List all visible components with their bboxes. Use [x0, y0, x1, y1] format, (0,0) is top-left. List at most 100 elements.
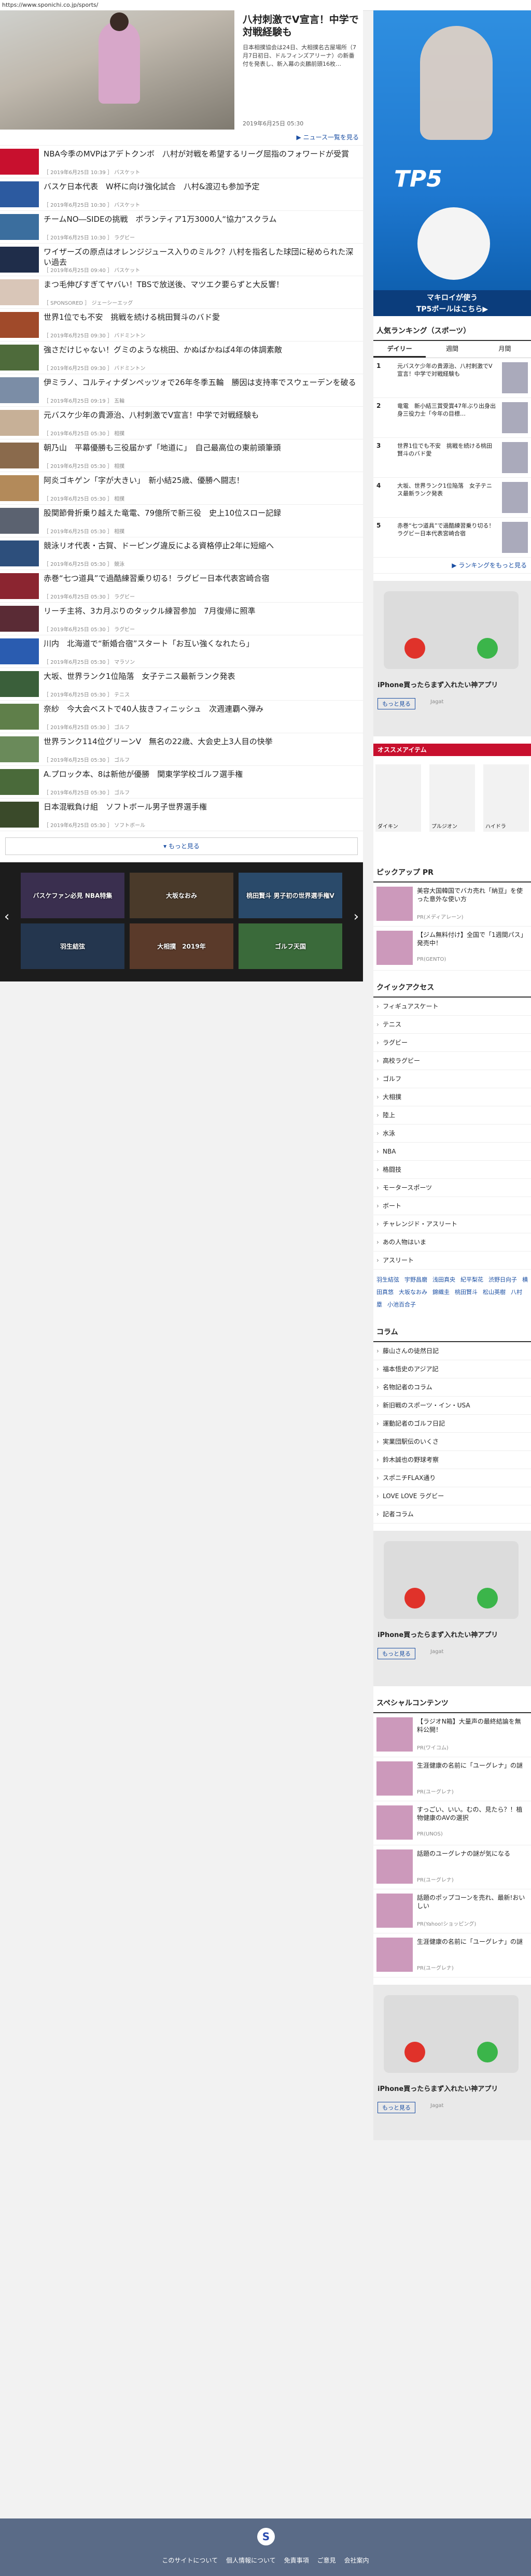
news-title[interactable]: 朝乃山 平幕優勝も三役届かず「地道に」 自己最高位の東前頭筆頭 — [44, 443, 360, 453]
news-thumbnail[interactable] — [0, 573, 39, 599]
column-item[interactable]: 藤山さんの徒然日記 — [373, 1342, 531, 1360]
slider-tile[interactable]: 桃田賢斗 男子初の世界選手権V — [239, 873, 342, 918]
news-thumbnail[interactable] — [0, 312, 39, 338]
news-title[interactable]: 世界ランク114位グリーンV 無名の22歳、大会史上3人目の快挙 — [44, 736, 360, 747]
news-title[interactable]: 大坂、世界ランク1位陥落 女子テニス最新ランク発表 — [44, 671, 360, 681]
news-title[interactable]: 競泳リオ代表・古賀、ドーピング違反による資格停止2年に短縮へ — [44, 540, 360, 551]
special-item[interactable]: 話題のポップコーンを売れ、最新!おいしい PR(Yahoo!ショッピング) — [373, 1889, 531, 1933]
footer-link[interactable]: ご意見 — [317, 2557, 336, 2564]
special-text[interactable]: 話題のポップコーンを売れ、最新!おいしい — [417, 1894, 526, 1910]
slider-next-icon[interactable]: › — [354, 909, 359, 924]
news-item[interactable]: 阿炎ゴキゲン「字が大きい」 新小結25歳、優勝へ闘志！ ［ 2019年6月25日 … — [0, 472, 363, 505]
news-item[interactable]: 伊ミラノ、コルティナダンペッツォで26年冬季五輪 勝因は支持率でスウェーデンを破… — [0, 374, 363, 407]
news-thumbnail[interactable] — [0, 769, 39, 795]
special-thumbnail[interactable] — [376, 1894, 413, 1928]
column-item[interactable]: 新旧戦のスポーツ・イン・USA — [373, 1397, 531, 1415]
news-title[interactable]: 伊ミラノ、コルティナダンペッツォで26年冬季五輪 勝因は支持率でスウェーデンを破… — [44, 377, 360, 388]
news-item[interactable]: 朝乃山 平幕優勝も三役届かず「地道に」 自己最高位の東前頭筆頭 ［ 2019年6月… — [0, 439, 363, 472]
news-item[interactable]: 元バスケ少年の貴源治、八村刺激でV宣言！中学で対戦経験も ［ 2019年6月25日… — [0, 407, 363, 439]
news-title[interactable]: バスケ日本代表 W杯に向け強化試合 八村&渡辺も参加予定 — [44, 181, 360, 192]
column-item[interactable]: 記者コラム — [373, 1505, 531, 1524]
ranking-text[interactable]: 世界1位でも不安 挑戦を続ける桃田賢斗のバド愛 — [397, 442, 496, 458]
quick-access-item[interactable]: 水泳 — [373, 1125, 531, 1143]
special-item[interactable]: 【ラジオN箱】大量声の最終結論を無料公開！ PR(ワイコム) — [373, 1713, 531, 1757]
news-thumbnail[interactable] — [0, 149, 39, 175]
news-thumbnail[interactable] — [0, 443, 39, 468]
special-item[interactable]: 話題のユーグレナの謎が気になる PR(ユーグレナ) — [373, 1845, 531, 1889]
news-item[interactable]: まつ毛伸びすぎてヤバい！TBSで放送後、マツエク要らずと大反響！ ［ SPONSO… — [0, 276, 363, 309]
news-thumbnail[interactable] — [0, 377, 39, 403]
news-thumbnail[interactable] — [0, 540, 39, 566]
column-item[interactable]: スポニチFLAX通り — [373, 1469, 531, 1487]
special-thumbnail[interactable] — [376, 1938, 413, 1972]
tab-weekly[interactable]: 週間 — [426, 341, 478, 358]
special-item[interactable]: 生涯健康の名前に「ユーグレナ」の謎 PR(ユーグレナ) — [373, 1757, 531, 1801]
tag-link[interactable]: 宇野昌磨 — [404, 1276, 427, 1283]
ranking-thumbnail[interactable] — [502, 362, 528, 393]
news-list-link[interactable]: ▶ ニュース一覧を見る — [0, 130, 363, 146]
news-title[interactable]: 赤巻“七つ道具”で過酷練習乗り切る！ラグビー日本代表宮崎合宿 — [44, 573, 360, 583]
tag-link[interactable]: 浅田真央 — [432, 1276, 455, 1283]
site-logo[interactable]: S — [257, 2528, 275, 2545]
tag-link[interactable]: 松山英樹 — [483, 1289, 506, 1296]
quick-access-item[interactable]: ラグビー — [373, 1034, 531, 1052]
news-thumbnail[interactable] — [0, 345, 39, 371]
news-thumbnail[interactable] — [0, 279, 39, 305]
news-item[interactable]: 競泳リオ代表・古賀、ドーピング違反による資格停止2年に短縮へ ［ 2019年6月2… — [0, 537, 363, 570]
quick-access-item[interactable]: アスリート — [373, 1251, 531, 1270]
special-text[interactable]: 話題のユーグレナの謎が気になる — [417, 1849, 526, 1858]
slider-tile[interactable]: ゴルフ天国 — [239, 923, 342, 969]
quick-access-item[interactable]: テニス — [373, 1016, 531, 1034]
quick-access-item[interactable]: ボート — [373, 1197, 531, 1215]
news-item[interactable]: 股関節骨折乗り越えた竜電、79億所で新三役 史上10位スロー記録 ［ 2019年6… — [0, 505, 363, 537]
tag-link[interactable]: 紀平梨花 — [460, 1276, 483, 1283]
news-title[interactable]: 世界1位でも不安 挑戦を続ける桃田賢斗のバド愛 — [44, 312, 360, 322]
special-text[interactable]: 【ラジオN箱】大量声の最終結論を無料公開！ — [417, 1717, 526, 1734]
special-thumbnail[interactable] — [376, 1761, 413, 1796]
ranking-text[interactable]: 大坂、世界ランク1位陥落 女子テニス最新ランク発表 — [397, 482, 496, 497]
ranking-thumbnail[interactable] — [502, 482, 528, 513]
news-title[interactable]: A.プロック本、8は新他が優勝 関東学学校ゴルフ選手権 — [44, 769, 360, 779]
pickup-item[interactable]: 【ジム無料付け】全国で「1週間パス」発売中！ PR(GENTO) — [373, 927, 531, 971]
pickup-thumbnail[interactable] — [376, 931, 413, 965]
footer-link[interactable]: 会社案内 — [344, 2557, 369, 2564]
tab-daily[interactable]: デイリー — [373, 341, 426, 358]
special-text[interactable]: すっごい、いい。むの、見たら？！植物健康のAVの選択 — [417, 1805, 526, 1822]
reco-item[interactable]: ハイドラ — [483, 764, 529, 832]
news-thumbnail[interactable] — [0, 638, 39, 664]
tp5-cta[interactable]: マキロイが使う TP5ボールはこちら▶ — [373, 290, 531, 316]
news-thumbnail[interactable] — [0, 736, 39, 762]
news-title[interactable]: 日本混戦負け組 ソフトボール男子世界選手権 — [44, 802, 360, 812]
quick-access-item[interactable]: ゴルフ — [373, 1070, 531, 1088]
special-text[interactable]: 生涯健康の名前に「ユーグレナ」の謎 — [417, 1938, 526, 1946]
ranking-item[interactable]: 4 大坂、世界ランク1位陥落 女子テニス最新ランク発表 — [373, 478, 531, 518]
url-bar[interactable]: https://www.sponichi.co.jp/sports/ — [0, 0, 531, 11]
news-item[interactable]: 大坂、世界ランク1位陥落 女子テニス最新ランク発表 ［ 2019年6月25日 05… — [0, 668, 363, 701]
special-text[interactable]: 生涯健康の名前に「ユーグレナ」の謎 — [417, 1761, 526, 1770]
news-thumbnail[interactable] — [0, 508, 39, 534]
news-title[interactable]: 元バスケ少年の貴源治、八村刺激でV宣言！中学で対戦経験も — [44, 410, 360, 420]
news-title[interactable]: NBA今季のMVPはアデトクンボ 八村が対戦を希望するリーグ屈指のフォワードが受… — [44, 149, 360, 159]
footer-link[interactable]: このサイトについて — [162, 2557, 218, 2564]
slider-tile[interactable]: 大相撲 2019年 — [130, 923, 233, 969]
app-ad-button[interactable]: もっと見る — [378, 2102, 415, 2113]
news-thumbnail[interactable] — [0, 247, 39, 273]
ranking-item[interactable]: 3 世界1位でも不安 挑戦を続ける桃田賢斗のバド愛 — [373, 438, 531, 478]
news-item[interactable]: ワイザーズの原点はオレンジジュース入りのミルク？八村を指名した球団に秘められた深… — [0, 244, 363, 276]
tab-monthly[interactable]: 月間 — [479, 341, 531, 358]
news-thumbnail[interactable] — [0, 181, 39, 207]
news-title[interactable]: 川内 北海道で“新婚合宿”スタート「お互い強くなれたら」 — [44, 638, 360, 649]
news-item[interactable]: 川内 北海道で“新婚合宿”スタート「お互い強くなれたら」 ［ 2019年6月25日… — [0, 635, 363, 668]
news-thumbnail[interactable] — [0, 410, 39, 436]
app-ad-button[interactable]: もっと見る — [378, 1648, 415, 1659]
ranking-item[interactable]: 5 赤巻“七つ道具”で過酷練習乗り切る！ラグビー日本代表宮崎合宿 — [373, 518, 531, 558]
quick-access-item[interactable]: モータースポーツ — [373, 1179, 531, 1197]
reco-item[interactable]: ダイキン — [375, 764, 421, 832]
quick-access-item[interactable]: あの人物はいま — [373, 1233, 531, 1251]
news-item[interactable]: 世界ランク114位グリーンV 無名の22歳、大会史上3人目の快挙 ［ 2019年6… — [0, 733, 363, 766]
pickup-thumbnail[interactable] — [376, 887, 413, 921]
quick-access-item[interactable]: 陸上 — [373, 1106, 531, 1125]
quick-access-item[interactable]: 格闘技 — [373, 1161, 531, 1179]
pickup-text[interactable]: 美容大国韓国でバカ売れ「納豆」を使った意外な使い方 — [417, 887, 526, 903]
tag-link[interactable]: 小池百合子 — [387, 1301, 416, 1308]
